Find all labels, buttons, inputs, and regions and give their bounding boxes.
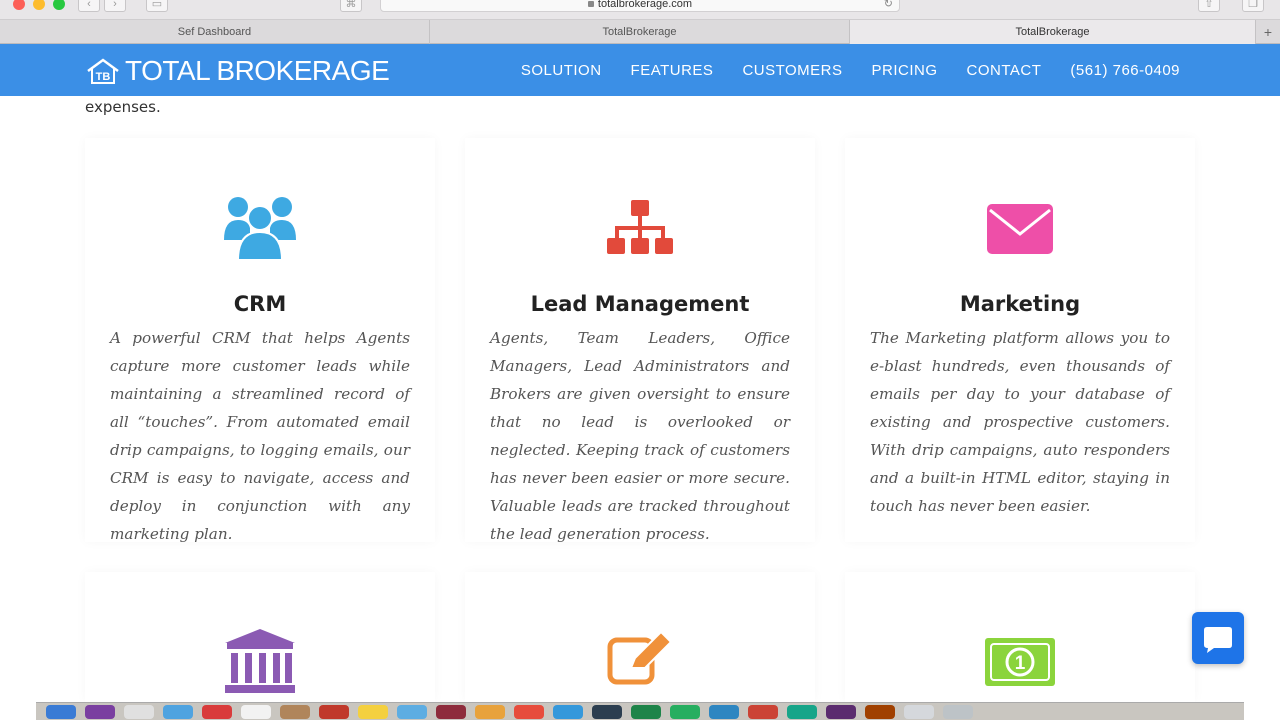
app-icon[interactable] <box>748 704 778 719</box>
app-icon[interactable] <box>592 704 622 719</box>
nav-customers[interactable]: CUSTOMERS <box>742 62 842 79</box>
envelope-icon <box>845 204 1195 259</box>
app-icon[interactable] <box>319 704 349 719</box>
edit-icon <box>465 630 815 691</box>
app-icon[interactable] <box>280 704 310 719</box>
card-text: Agents, Team Leaders, Office Managers, L… <box>490 329 790 543</box>
forward-button[interactable]: › <box>104 0 126 12</box>
svg-text:TB: TB <box>96 71 111 83</box>
site-logo[interactable]: TB TOTAL BROKERAGE <box>85 55 390 86</box>
card-title: Marketing <box>959 292 1081 316</box>
app-icon[interactable] <box>631 704 661 719</box>
app-icon[interactable] <box>904 704 934 719</box>
cash-icon: 1 <box>845 638 1195 691</box>
feature-card-crm: CRM A powerful CRM that helps Agents cap… <box>85 138 435 543</box>
chat-bubble-icon <box>1204 627 1232 653</box>
nav-contact[interactable]: CONTACT <box>967 62 1042 79</box>
address-bar[interactable]: totalbrokerage.com ↻ <box>380 0 900 12</box>
share-extension-icon[interactable]: ⌘ <box>340 0 362 12</box>
house-logo-icon: TB <box>87 58 119 84</box>
app-icon[interactable] <box>85 704 115 719</box>
feature-card-lead-management: Lead Management Agents, Team Leaders, Of… <box>465 138 815 543</box>
tab-totalbrokerage-1[interactable]: TotalBrokerage <box>430 20 850 44</box>
intro-text: expenses. <box>85 98 161 116</box>
tab-label: TotalBrokerage <box>1015 26 1090 38</box>
feature-card-row2-3: 1 <box>845 572 1195 702</box>
safari-icon[interactable] <box>163 704 193 719</box>
card-text: A powerful CRM that helps Agents capture… <box>110 329 410 543</box>
card-text: The Marketing platform allows you to e-b… <box>870 329 1170 515</box>
close-window-button[interactable] <box>13 0 25 10</box>
url-text: totalbrokerage.com <box>597 0 693 10</box>
svg-text:1: 1 <box>1015 653 1026 674</box>
bank-icon <box>85 629 435 698</box>
nav-solution[interactable]: SOLUTION <box>521 62 602 79</box>
app-icon[interactable] <box>865 704 895 719</box>
lock-icon <box>587 1 594 8</box>
app-icon[interactable] <box>553 704 583 719</box>
org-chart-icon <box>465 200 815 261</box>
macos-dock <box>36 702 1244 720</box>
calendar-icon[interactable] <box>241 704 271 719</box>
site-header: TB TOTAL BROKERAGE SOLUTION FEATURES CUS… <box>0 44 1280 96</box>
tab-label: TotalBrokerage <box>602 26 677 38</box>
tab-sef-dashboard[interactable]: Sef Dashboard <box>0 20 430 44</box>
card-title: Lead Management <box>530 292 750 316</box>
app-icon[interactable] <box>202 704 232 719</box>
tab-totalbrokerage-2[interactable]: TotalBrokerage <box>850 20 1256 44</box>
app-icon[interactable] <box>514 704 544 719</box>
tab-label: Sef Dashboard <box>177 26 252 38</box>
sidebar-toggle-icon[interactable]: ▭ <box>146 0 168 12</box>
app-icon[interactable] <box>709 704 739 719</box>
reload-icon[interactable]: ↻ <box>884 0 893 13</box>
finder-icon[interactable] <box>46 704 76 719</box>
nav-pricing[interactable]: PRICING <box>872 62 938 79</box>
app-icon[interactable] <box>826 704 856 719</box>
app-icon[interactable] <box>124 704 154 719</box>
feature-card-marketing: Marketing The Marketing platform allows … <box>845 138 1195 542</box>
tab-bar: Sef Dashboard TotalBrokerage TotalBroker… <box>0 20 1280 44</box>
nav-features[interactable]: FEATURES <box>631 62 714 79</box>
feature-card-row2-2 <box>465 572 815 702</box>
app-icon[interactable] <box>436 704 466 719</box>
new-tab-button[interactable]: + <box>1256 20 1280 43</box>
app-icon[interactable] <box>397 704 427 719</box>
users-icon <box>85 194 435 265</box>
nav-phone[interactable]: (561) 766-0409 <box>1070 62 1180 79</box>
card-title: CRM <box>233 292 287 316</box>
logo-text: TOTAL BROKERAGE <box>125 55 390 86</box>
chat-button[interactable] <box>1192 612 1244 664</box>
share-icon[interactable]: ⇧ <box>1198 0 1220 12</box>
minimize-window-button[interactable] <box>33 0 45 10</box>
app-icon[interactable] <box>787 704 817 719</box>
show-tabs-icon[interactable]: ❐ <box>1242 0 1264 12</box>
back-button[interactable]: ‹ <box>78 0 100 12</box>
app-icon[interactable] <box>475 704 505 719</box>
zoom-window-button[interactable] <box>53 0 65 10</box>
trash-icon[interactable] <box>943 704 973 719</box>
main-nav: SOLUTION FEATURES CUSTOMERS PRICING CONT… <box>492 44 1180 96</box>
feature-card-row2-1 <box>85 572 435 702</box>
app-icon[interactable] <box>670 704 700 719</box>
notes-icon[interactable] <box>358 704 388 719</box>
window-titlebar: ‹ › ▭ ⌘ totalbrokerage.com ↻ ⇧ ❐ <box>0 0 1280 20</box>
